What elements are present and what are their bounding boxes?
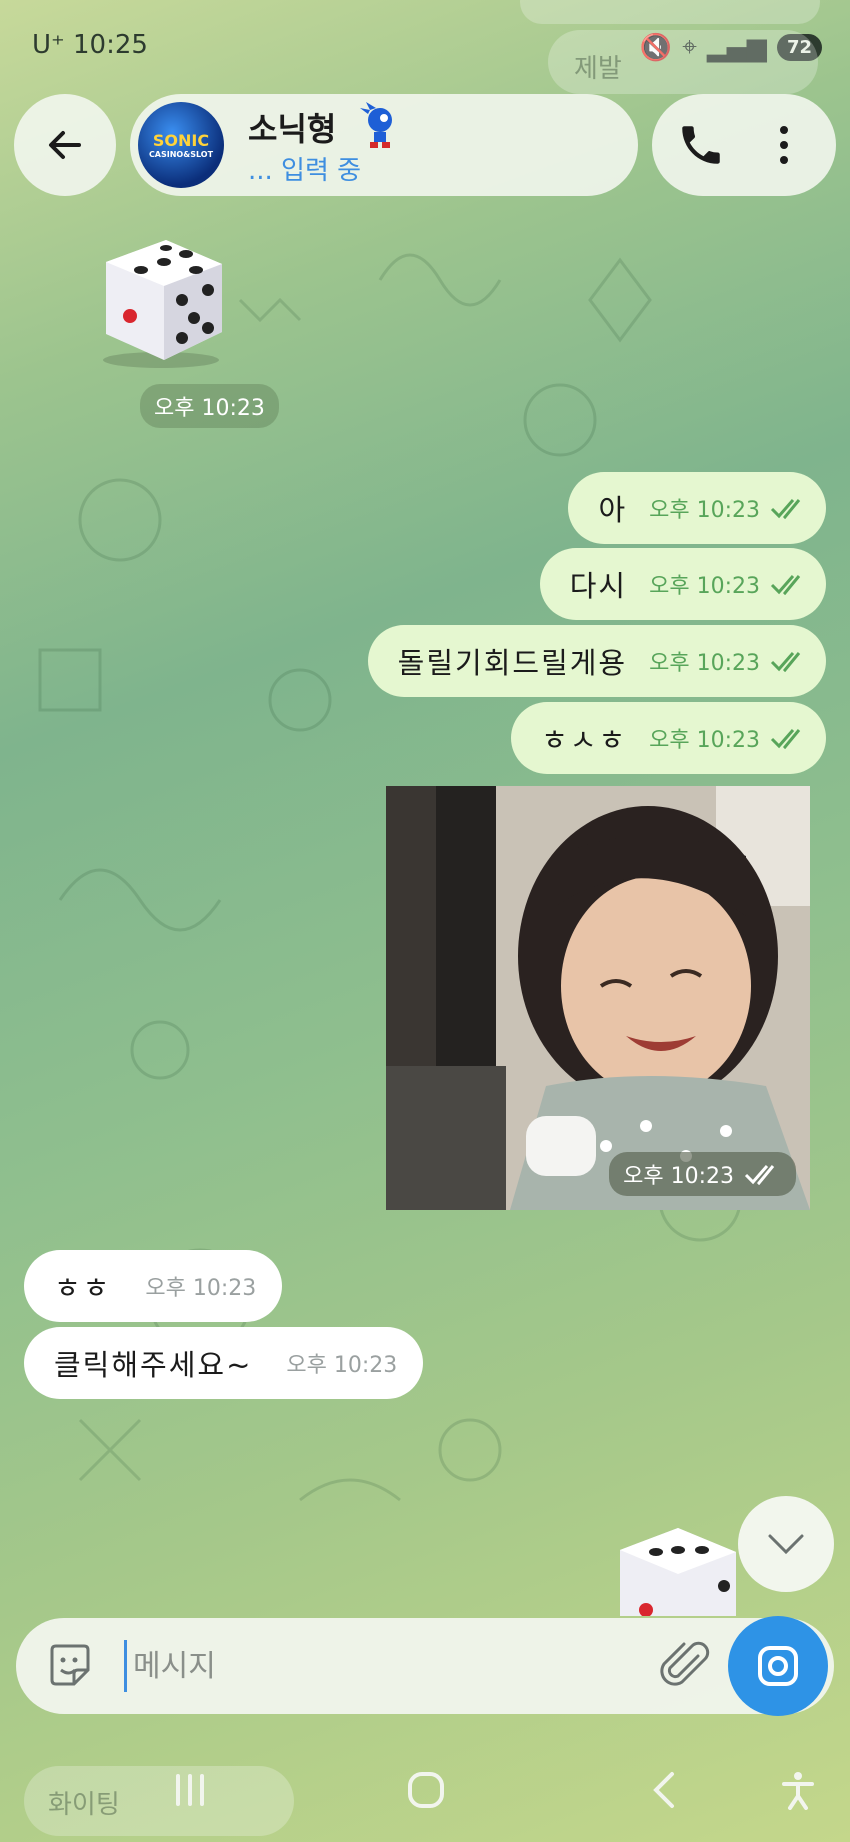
back-arrow-icon bbox=[49, 131, 81, 159]
camera-button[interactable] bbox=[728, 1616, 828, 1716]
sticker-icon bbox=[50, 1644, 90, 1686]
attach-button[interactable] bbox=[658, 1638, 714, 1694]
accessibility-button[interactable] bbox=[768, 1760, 828, 1820]
photo-time-badge: 오후 10:23 bbox=[609, 1152, 796, 1196]
header-actions bbox=[652, 94, 836, 196]
more-vert-icon bbox=[780, 126, 788, 164]
message-time: 오후 10:23 bbox=[623, 1164, 734, 1189]
sonic-emoji-icon bbox=[360, 102, 392, 148]
check-double-icon bbox=[744, 1165, 775, 1185]
message-text: 돌릴기회드릴게용 bbox=[397, 646, 628, 680]
outgoing-message[interactable]: ㅎㅅㅎ 오후 10:23 bbox=[511, 702, 826, 774]
check-double-icon bbox=[770, 575, 801, 595]
message-time: 오후 10:23 bbox=[649, 574, 760, 599]
check-double-icon bbox=[770, 652, 801, 672]
dice-time: 오후 10:23 bbox=[140, 384, 279, 428]
message-time: 오후 10:23 bbox=[649, 728, 760, 753]
chevron-down-icon bbox=[768, 1534, 804, 1555]
camera-icon bbox=[758, 1646, 798, 1686]
system-nav-bar bbox=[0, 1730, 850, 1842]
message-text: ㅎㅎ bbox=[54, 1271, 112, 1305]
message-input[interactable] bbox=[124, 1640, 644, 1692]
home-icon bbox=[408, 1772, 444, 1808]
call-button[interactable] bbox=[676, 120, 726, 170]
sticker-button[interactable] bbox=[44, 1640, 96, 1692]
photo-message[interactable]: 오후 10:23 bbox=[386, 786, 810, 1210]
scroll-down-button[interactable] bbox=[738, 1496, 834, 1592]
chat-header[interactable]: SONIC CASINO&SLOT 소닉형 ... 입력 중 bbox=[130, 94, 638, 196]
outgoing-message[interactable]: 다시 오후 10:23 bbox=[539, 548, 826, 620]
recents-icon bbox=[176, 1774, 204, 1806]
message-text: 아 bbox=[598, 493, 628, 527]
home-button[interactable] bbox=[396, 1760, 456, 1820]
accessibility-icon bbox=[782, 1772, 814, 1810]
status-carrier-time: U⁺ 10:25 bbox=[32, 30, 148, 60]
message-time: 오후 10:23 bbox=[649, 651, 760, 676]
check-double-icon bbox=[770, 499, 801, 519]
back-button[interactable] bbox=[14, 94, 116, 196]
message-time: 오후 10:23 bbox=[649, 498, 760, 523]
check-double-icon bbox=[770, 729, 801, 749]
phone-icon bbox=[682, 126, 720, 164]
ghost-bubble-top bbox=[520, 0, 820, 24]
paperclip-icon bbox=[660, 1641, 710, 1686]
avatar-subtext: CASINO&SLOT bbox=[148, 150, 214, 159]
outgoing-message[interactable]: 돌릴기회드릴게용 오후 10:23 bbox=[367, 625, 826, 697]
message-time: 오후 10:23 bbox=[286, 1353, 398, 1378]
more-options-button[interactable] bbox=[764, 120, 804, 170]
contact-name: 소닉형 bbox=[248, 110, 337, 148]
incoming-message[interactable]: 클릭해주세요~ 오후 10:23 bbox=[24, 1327, 424, 1399]
message-text: 다시 bbox=[569, 569, 628, 603]
recents-button[interactable] bbox=[160, 1760, 220, 1820]
avatar-text: SONIC bbox=[152, 131, 210, 150]
back-icon bbox=[653, 1772, 674, 1808]
message-text: ㅎㅅㅎ bbox=[541, 723, 628, 757]
incoming-message[interactable]: ㅎㅎ 오후 10:23 bbox=[24, 1250, 283, 1322]
dice-sticker[interactable] bbox=[86, 222, 236, 372]
typing-status: ... 입력 중 bbox=[248, 156, 362, 186]
photo-image bbox=[386, 786, 810, 1210]
message-text: 클릭해주세요~ bbox=[54, 1348, 253, 1382]
avatar[interactable]: SONIC CASINO&SLOT bbox=[138, 102, 224, 188]
message-time: 오후 10:23 bbox=[145, 1276, 257, 1301]
back-nav-button[interactable] bbox=[636, 1760, 696, 1820]
message-composer bbox=[16, 1618, 834, 1714]
dice-sticker-partial[interactable] bbox=[606, 1520, 756, 1616]
outgoing-message[interactable]: 아 오후 10:23 bbox=[568, 472, 826, 544]
ghost-preview-top: 제발 bbox=[548, 30, 818, 94]
